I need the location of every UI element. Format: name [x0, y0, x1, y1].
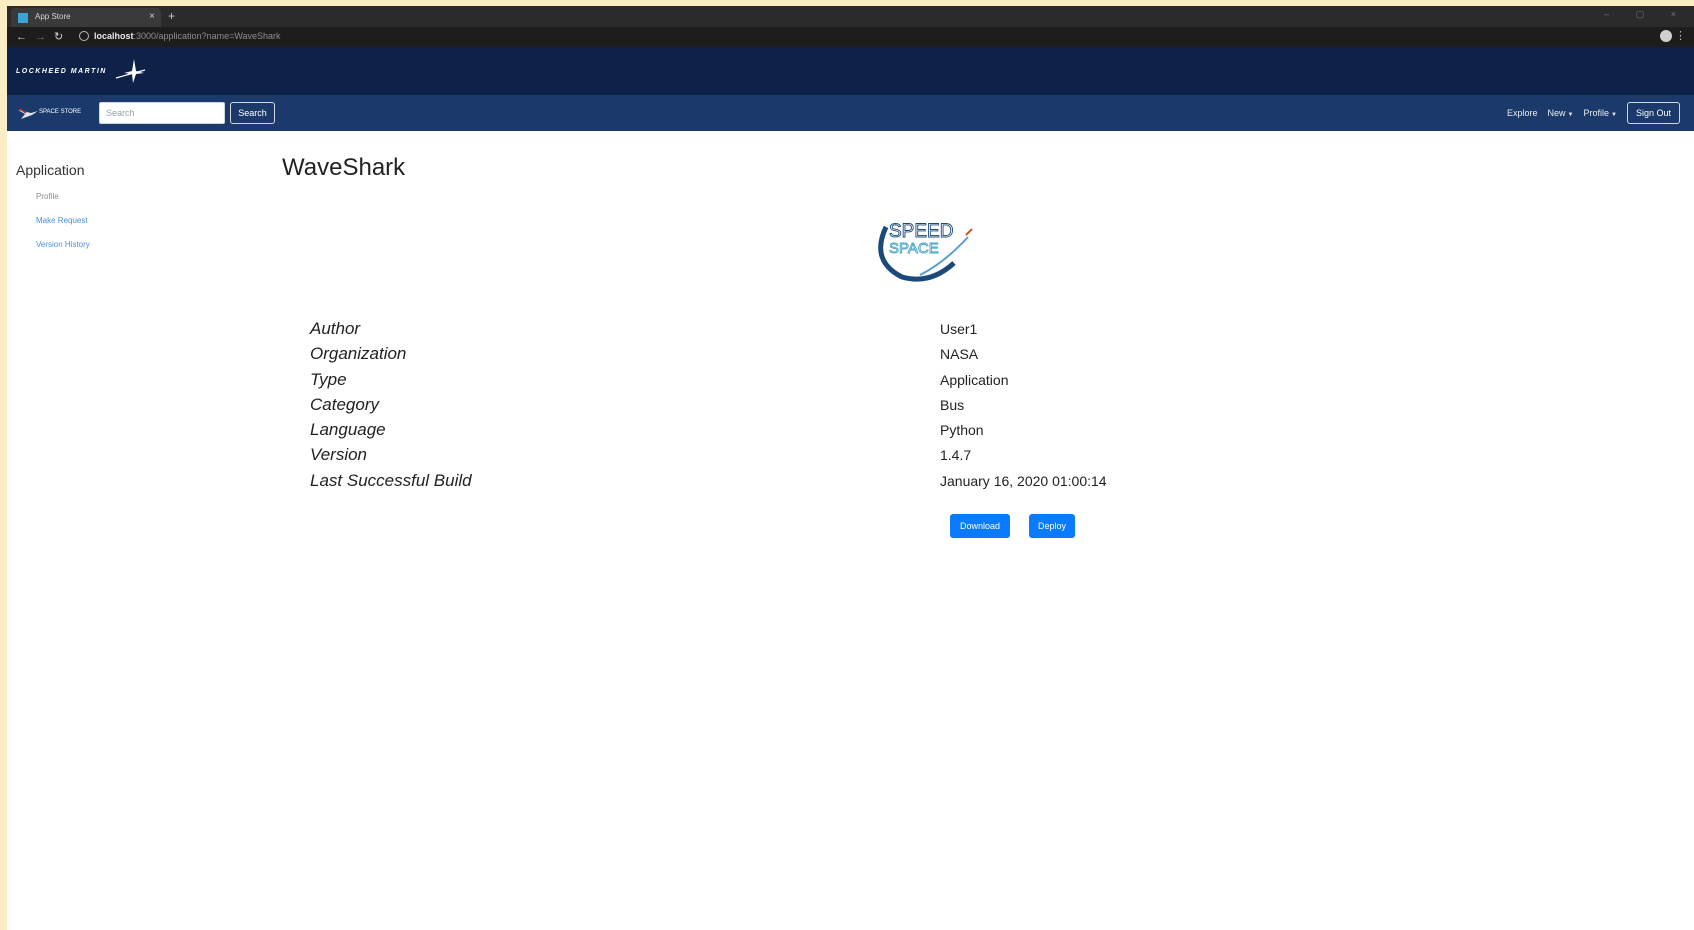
detail-value: User1: [940, 321, 978, 337]
site-header: LOCKHEED MARTIN: [7, 47, 1694, 95]
window-controls[interactable]: – ▢ ×: [1604, 9, 1688, 20]
url-host: localhost: [94, 31, 134, 41]
detail-row-author: Author User1: [310, 319, 1210, 344]
detail-row-language: Language Python: [310, 420, 1210, 445]
page-title: WaveShark: [282, 154, 406, 181]
detail-label: Author: [310, 319, 361, 338]
sidebar-item-version-history[interactable]: Version History: [36, 240, 90, 249]
url-path: :3000/application?name=WaveShark: [133, 31, 281, 41]
lockheed-martin-logo[interactable]: LOCKHEED MARTIN: [16, 58, 146, 84]
search-button[interactable]: Search: [230, 102, 275, 124]
nav-explore-label: Explore: [1507, 108, 1538, 118]
nav-profile-label: Profile: [1583, 108, 1610, 118]
tab-close-icon[interactable]: ×: [149, 11, 155, 23]
nav-new-dropdown[interactable]: New ▼: [1548, 108, 1574, 118]
deploy-button[interactable]: Deploy: [1029, 514, 1075, 538]
sidebar-item-profile[interactable]: Profile: [36, 192, 59, 201]
detail-label: Organization: [310, 344, 407, 364]
chevron-down-icon: ▼: [1611, 112, 1617, 118]
logo-text-space: SPACE: [889, 240, 939, 257]
reload-icon[interactable]: ↻: [54, 30, 63, 44]
shuttle-icon: [18, 108, 38, 119]
detail-value: 1.4.7: [940, 447, 972, 464]
detail-label: Type: [310, 369, 347, 389]
detail-value: Python: [940, 422, 984, 439]
details-table: Author User1 Organization NASA Type Appl…: [310, 319, 1210, 496]
browser-tab[interactable]: App Store ×: [11, 8, 161, 27]
account-icon[interactable]: [1660, 30, 1672, 42]
detail-label: Version: [310, 445, 368, 465]
chevron-down-icon: ▼: [1567, 112, 1574, 118]
download-button[interactable]: Download: [950, 514, 1010, 538]
sign-out-button[interactable]: Sign Out: [1626, 102, 1680, 124]
sidebar-heading: Application: [16, 162, 85, 178]
detail-label: Language: [310, 420, 386, 440]
nav-explore[interactable]: Explore: [1507, 108, 1538, 118]
nav-new-label: New: [1547, 108, 1566, 118]
logo-text-speed: SPEED: [889, 221, 953, 242]
star-icon: [115, 59, 146, 83]
sidebar-item-make-request[interactable]: Make Request: [36, 216, 88, 225]
forward-icon[interactable]: →: [35, 30, 46, 44]
detail-value: January 16, 2020 01:00:14: [940, 472, 1107, 489]
site-info-icon[interactable]: [79, 31, 89, 41]
browser-tab-bar: App Store × + – ▢ ×: [7, 6, 1694, 27]
browser-window: App Store × + – ▢ × ← → ↻ localhost:3000…: [7, 6, 1694, 930]
brand-text: SPACE STORE: [39, 109, 82, 115]
browser-menu-icon[interactable]: ⋮: [1675, 29, 1686, 42]
detail-value: NASA: [940, 346, 979, 363]
brand-logo[interactable]: SPACE STORE: [17, 105, 89, 121]
url-field[interactable]: localhost:3000/application?name=WaveShar…: [94, 31, 281, 41]
app-logo: SPEED SPACE: [878, 221, 973, 282]
new-tab-icon[interactable]: +: [168, 9, 175, 23]
nav-profile-dropdown[interactable]: Profile ▼: [1584, 108, 1617, 118]
detail-value: Application: [940, 371, 1009, 388]
detail-value: Bus: [940, 396, 965, 413]
detail-label: Category: [310, 394, 379, 414]
detail-row-type: Type Application: [310, 370, 1210, 395]
tab-title: App Store: [35, 12, 71, 21]
logo-text: LOCKHEED MARTIN: [16, 68, 107, 75]
detail-row-organization: Organization NASA: [310, 344, 1210, 369]
back-icon[interactable]: ←: [16, 30, 27, 44]
favicon-icon: [18, 13, 28, 23]
detail-row-category: Category Bus: [310, 395, 1210, 420]
main-navbar: SPACE STORE Search Explore New▼ Profile▼…: [7, 95, 1694, 131]
address-bar: ← → ↻ localhost:3000/application?name=Wa…: [7, 27, 1694, 47]
search-input[interactable]: [99, 102, 225, 124]
detail-row-last-build: Last Successful Build January 16, 2020 0…: [310, 471, 1210, 496]
detail-label: Last Successful Build: [310, 470, 472, 490]
detail-row-version: Version 1.4.7: [310, 445, 1210, 470]
nav-right-group: Explore New ▼ Profile ▼ Sign Out: [1507, 102, 1680, 124]
